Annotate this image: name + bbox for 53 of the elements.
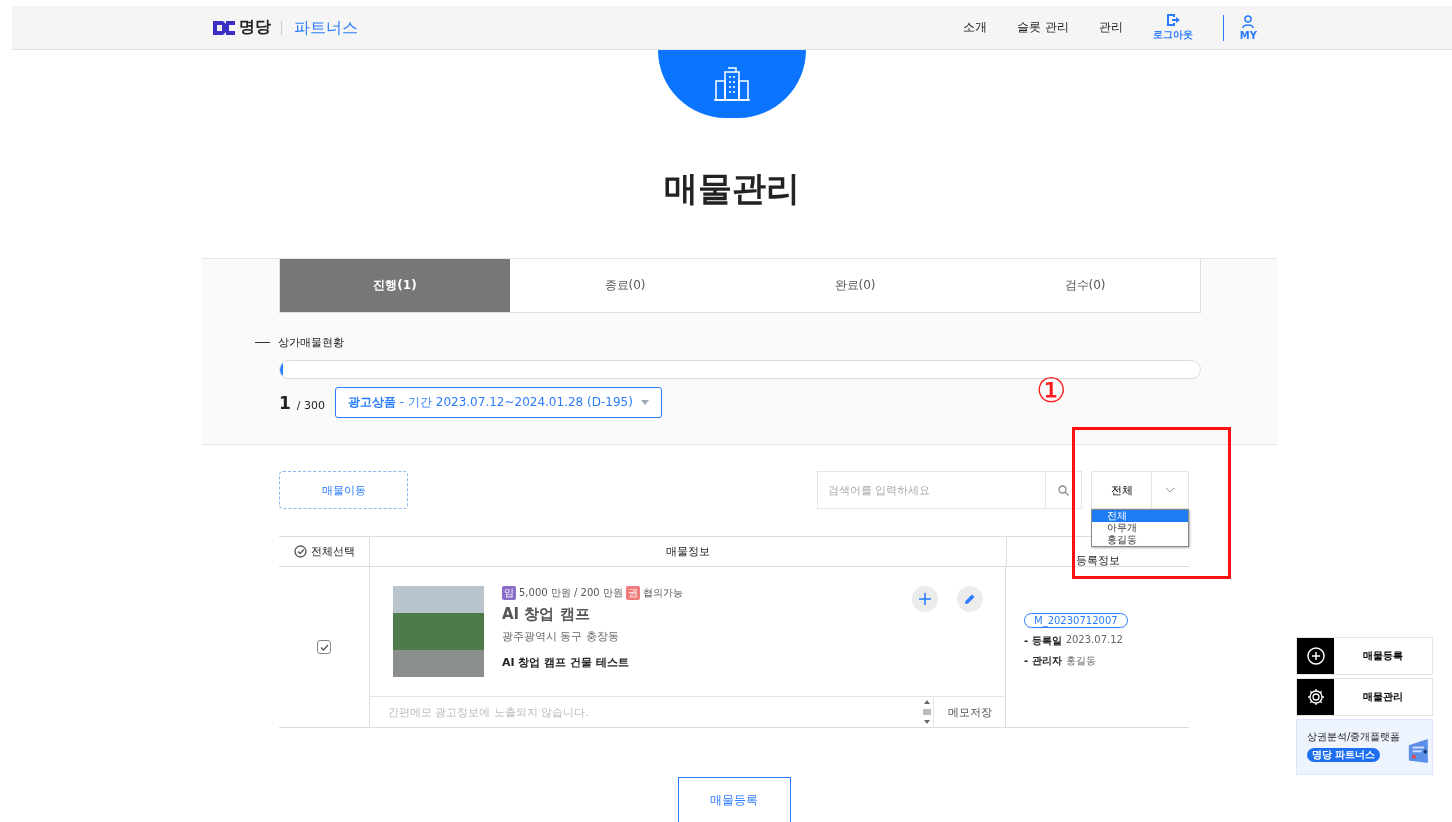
- edit-button[interactable]: [957, 586, 983, 612]
- brand-name: 파트너스: [281, 20, 358, 35]
- listing-count: 1 / 300: [279, 392, 325, 413]
- building-icon: [713, 67, 751, 101]
- dropdown-option[interactable]: 아무개: [1092, 522, 1188, 534]
- logout-link[interactable]: 로그아웃: [1152, 13, 1193, 42]
- user-icon: [1241, 14, 1256, 29]
- side-menu-button[interactable]: 매물관리: [1296, 678, 1433, 716]
- nav-link[interactable]: 관리: [1098, 19, 1123, 36]
- field-value: 2023.07.12: [1065, 634, 1123, 647]
- status-tab[interactable]: 진행(1): [280, 259, 510, 312]
- ad-product-select[interactable]: 광고상품 - 기간 2023.07.12~2024.01.28 (D-195): [334, 387, 662, 418]
- search-button[interactable]: [1045, 471, 1082, 509]
- plus-circle-icon: [1306, 647, 1325, 665]
- logo[interactable]: 명당: [213, 17, 271, 38]
- field-value: 홍길동: [1065, 654, 1096, 668]
- row-checkbox[interactable]: [317, 640, 331, 654]
- dropdown-option[interactable]: 홍길동: [1092, 534, 1188, 546]
- side-menu-button[interactable]: 매물등록: [1296, 637, 1433, 675]
- negotiable-text: 협의가능: [642, 586, 683, 600]
- register-listing-button[interactable]: 매물등록: [677, 777, 791, 822]
- logo-mark-icon: [213, 20, 235, 35]
- pencil-icon: [964, 593, 976, 605]
- gear-icon: [1306, 688, 1325, 706]
- move-listing-button[interactable]: 매물이동: [279, 471, 408, 509]
- check-circle-icon: [293, 545, 307, 558]
- premium-badge: 권: [625, 586, 640, 600]
- my-link[interactable]: MY: [1222, 14, 1257, 41]
- search-icon: [1058, 484, 1069, 496]
- promo-banner[interactable]: 상권분석/중개플랫폼 명당 파트너스: [1296, 719, 1433, 775]
- listing-description: AI 창업 캠프 건물 테스트: [502, 655, 630, 670]
- field-label: - 관리자: [1024, 654, 1062, 668]
- section-label: 상가매물현황: [278, 335, 344, 350]
- add-button[interactable]: [912, 586, 938, 612]
- column-header: 매물정보: [369, 537, 1006, 567]
- nav-link[interactable]: 소개: [962, 19, 987, 36]
- caret-icon: [640, 400, 649, 405]
- logout-icon: [1165, 13, 1180, 27]
- listing-title: AI 창업 캠프: [502, 605, 591, 624]
- dropdown-option[interactable]: 전체: [1092, 510, 1188, 522]
- plus-icon: [919, 593, 931, 605]
- nav-link[interactable]: 슬롯 관리: [1016, 19, 1069, 36]
- annotation-marker: ①: [1036, 370, 1067, 410]
- chevron-down-icon: [1165, 487, 1175, 493]
- rent-badge: 임: [502, 586, 516, 600]
- manager-filter-select[interactable]: 전체: [1091, 471, 1189, 509]
- search-field[interactable]: 검색어를 입력하세요: [817, 471, 1045, 509]
- listing-address: 광주광역시 동구 충장동: [502, 629, 620, 644]
- price-text: 5,000 만원 / 200 만원: [519, 586, 623, 600]
- banner-badge: 명당 파트너스: [1307, 748, 1381, 762]
- field-label: - 등록일: [1024, 634, 1062, 648]
- banner-text: 상권분석/중개플랫폼: [1307, 730, 1401, 744]
- page-title: 매물관리: [663, 167, 801, 210]
